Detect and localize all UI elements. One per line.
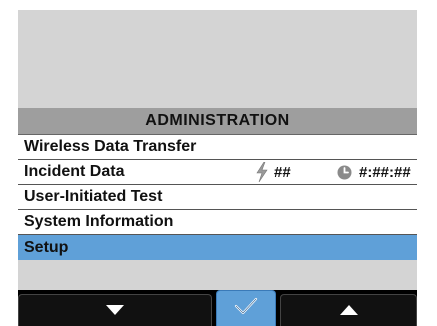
softkey-up-button[interactable]	[280, 294, 417, 326]
administration-menu: ADMINISTRATION Wireless Data Transfer In…	[18, 108, 417, 260]
menu-item-user-initiated-test[interactable]: User-Initiated Test	[18, 185, 417, 210]
incident-count: ##	[274, 164, 291, 181]
softkey-bar	[18, 290, 417, 326]
menu-item-label: User-Initiated Test	[24, 188, 163, 205]
menu-item-setup[interactable]: Setup	[18, 235, 417, 260]
device-screen: ADMINISTRATION Wireless Data Transfer In…	[18, 10, 417, 326]
checkmark-icon	[234, 297, 258, 320]
menu-item-label: Wireless Data Transfer	[24, 138, 197, 155]
incident-time: #:##:##	[359, 164, 411, 181]
lightning-bolt-icon	[255, 161, 269, 183]
menu-title: ADMINISTRATION	[18, 108, 417, 135]
arrow-up-icon	[339, 302, 358, 320]
softkey-select-button[interactable]	[216, 290, 276, 326]
menu-item-incident-data[interactable]: Incident Data ## #:##:##	[18, 160, 417, 185]
clock-icon	[337, 165, 352, 180]
menu-item-label: Incident Data	[24, 163, 125, 180]
softkey-down-button[interactable]	[18, 294, 212, 326]
menu-item-wireless-data-transfer[interactable]: Wireless Data Transfer	[18, 135, 417, 160]
menu-item-system-information[interactable]: System Information	[18, 210, 417, 235]
menu-item-label: System Information	[24, 213, 174, 230]
arrow-down-icon	[106, 302, 124, 320]
menu-item-label: Setup	[24, 238, 69, 256]
